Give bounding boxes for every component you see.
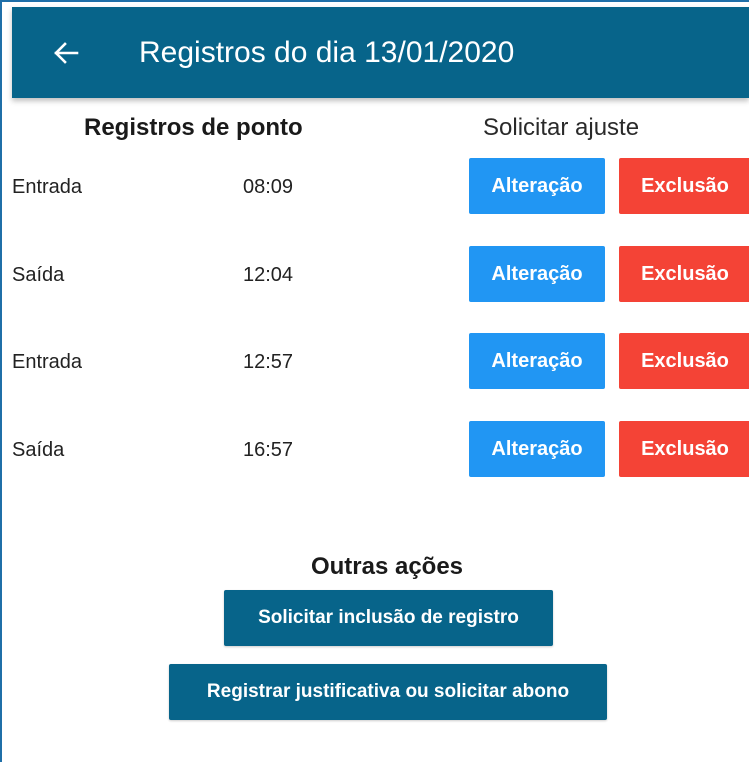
justify-button[interactable]: Registrar justificativa ou solicitar abo… [169, 664, 607, 720]
record-time: 12:04 [243, 264, 294, 286]
change-button[interactable]: Alteração [469, 158, 605, 214]
delete-button[interactable]: Exclusão [619, 246, 749, 302]
records-header: Registros de ponto [84, 114, 303, 141]
record-row: Saída 16:57 Alteração Exclusão [0, 421, 749, 479]
page-title: Registros do dia 13/01/2020 [139, 36, 515, 69]
record-row: Saída 12:04 Alteração Exclusão [0, 246, 749, 304]
record-time: 08:09 [243, 176, 294, 198]
request-inclusion-button[interactable]: Solicitar inclusão de registro [224, 590, 553, 646]
adjust-header: Solicitar ajuste [483, 114, 640, 141]
change-button[interactable]: Alteração [469, 333, 605, 389]
record-type: Saída [12, 264, 65, 286]
record-type: Saída [12, 439, 65, 461]
record-row: Entrada 12:57 Alteração Exclusão [0, 333, 749, 391]
arrow-back-icon [54, 42, 79, 64]
record-row: Entrada 08:09 Alteração Exclusão [0, 158, 749, 216]
app-bar: Registros do dia 13/01/2020 [12, 7, 749, 98]
delete-button[interactable]: Exclusão [619, 333, 749, 389]
change-button[interactable]: Alteração [469, 246, 605, 302]
record-type: Entrada [12, 351, 83, 373]
record-time: 16:57 [243, 439, 294, 461]
back-button[interactable] [46, 33, 86, 73]
record-time: 12:57 [243, 351, 294, 373]
other-actions-title: Outras ações [310, 553, 464, 580]
delete-button[interactable]: Exclusão [619, 158, 749, 214]
delete-button[interactable]: Exclusão [619, 421, 749, 477]
record-type: Entrada [12, 176, 83, 198]
change-button[interactable]: Alteração [469, 421, 605, 477]
